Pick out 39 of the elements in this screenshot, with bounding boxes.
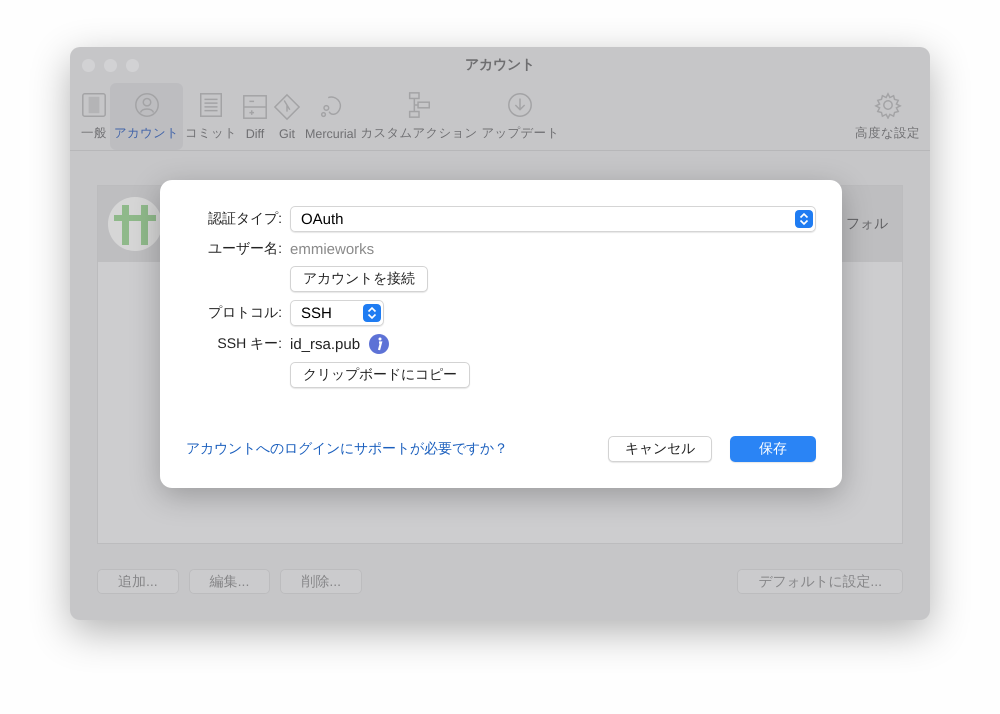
cancel-button[interactable]: キャンセル bbox=[608, 436, 712, 462]
download-icon bbox=[506, 91, 534, 119]
ssh-key-label: SSH キー: bbox=[216, 335, 282, 353]
settings-icon bbox=[874, 91, 902, 119]
toolbar-tab[interactable]: アップデート bbox=[479, 83, 562, 150]
diamond-icon bbox=[273, 92, 301, 120]
toolbar-tab[interactable]: Git bbox=[271, 83, 303, 150]
footer-button[interactable]: 編集... bbox=[188, 569, 270, 594]
footer-button[interactable]: 追加... bbox=[97, 569, 179, 594]
diff-icon bbox=[241, 92, 269, 120]
protocol-label: プロトコル: bbox=[207, 304, 282, 322]
set-default-button[interactable]: デフォルトに設定... bbox=[737, 569, 903, 594]
toolbar-tab[interactable]: Diff bbox=[239, 83, 271, 150]
document-icon bbox=[197, 91, 225, 119]
switch-icon bbox=[80, 91, 108, 119]
info-icon[interactable] bbox=[369, 334, 390, 354]
protocol-dropdown[interactable]: SSH bbox=[290, 300, 384, 326]
toolbar-tab[interactable]: Mercurial bbox=[303, 83, 358, 150]
toolbar-tab[interactable]: 一般 bbox=[78, 83, 110, 150]
ssh-key-value: id_rsa.pub bbox=[290, 336, 360, 352]
person-icon bbox=[132, 91, 160, 119]
selected-tab[interactable]: アカウント bbox=[110, 83, 183, 150]
auth-type-dropdown[interactable]: OAuth bbox=[290, 206, 816, 232]
account-row-text: フォル bbox=[846, 215, 888, 233]
advanced-settings-tab[interactable]: 高度な設定 bbox=[853, 83, 922, 150]
save-button[interactable]: 保存 bbox=[730, 436, 816, 462]
footer-button[interactable]: 削除... bbox=[280, 569, 362, 594]
avatar-icon bbox=[108, 197, 162, 251]
connect-account-button[interactable]: アカウントを接続 bbox=[290, 266, 428, 292]
toolbar-tab[interactable]: カスタムアクション bbox=[358, 83, 480, 150]
toolbar-tab[interactable]: コミット bbox=[183, 83, 239, 150]
dropdown-arrows-icon bbox=[795, 210, 813, 228]
copy-to-clipboard-button[interactable]: クリップボードにコピー bbox=[290, 362, 470, 388]
username-value: emmieworks bbox=[290, 240, 376, 258]
window-title: アカウント bbox=[465, 56, 535, 74]
help-link[interactable]: アカウントへのログインにサポートが必要ですか？ bbox=[186, 440, 508, 458]
username-label: ユーザー名: bbox=[207, 240, 282, 258]
dropdown-arrows-icon bbox=[363, 304, 381, 322]
auth-type-label: 認証タイプ: bbox=[207, 210, 282, 228]
